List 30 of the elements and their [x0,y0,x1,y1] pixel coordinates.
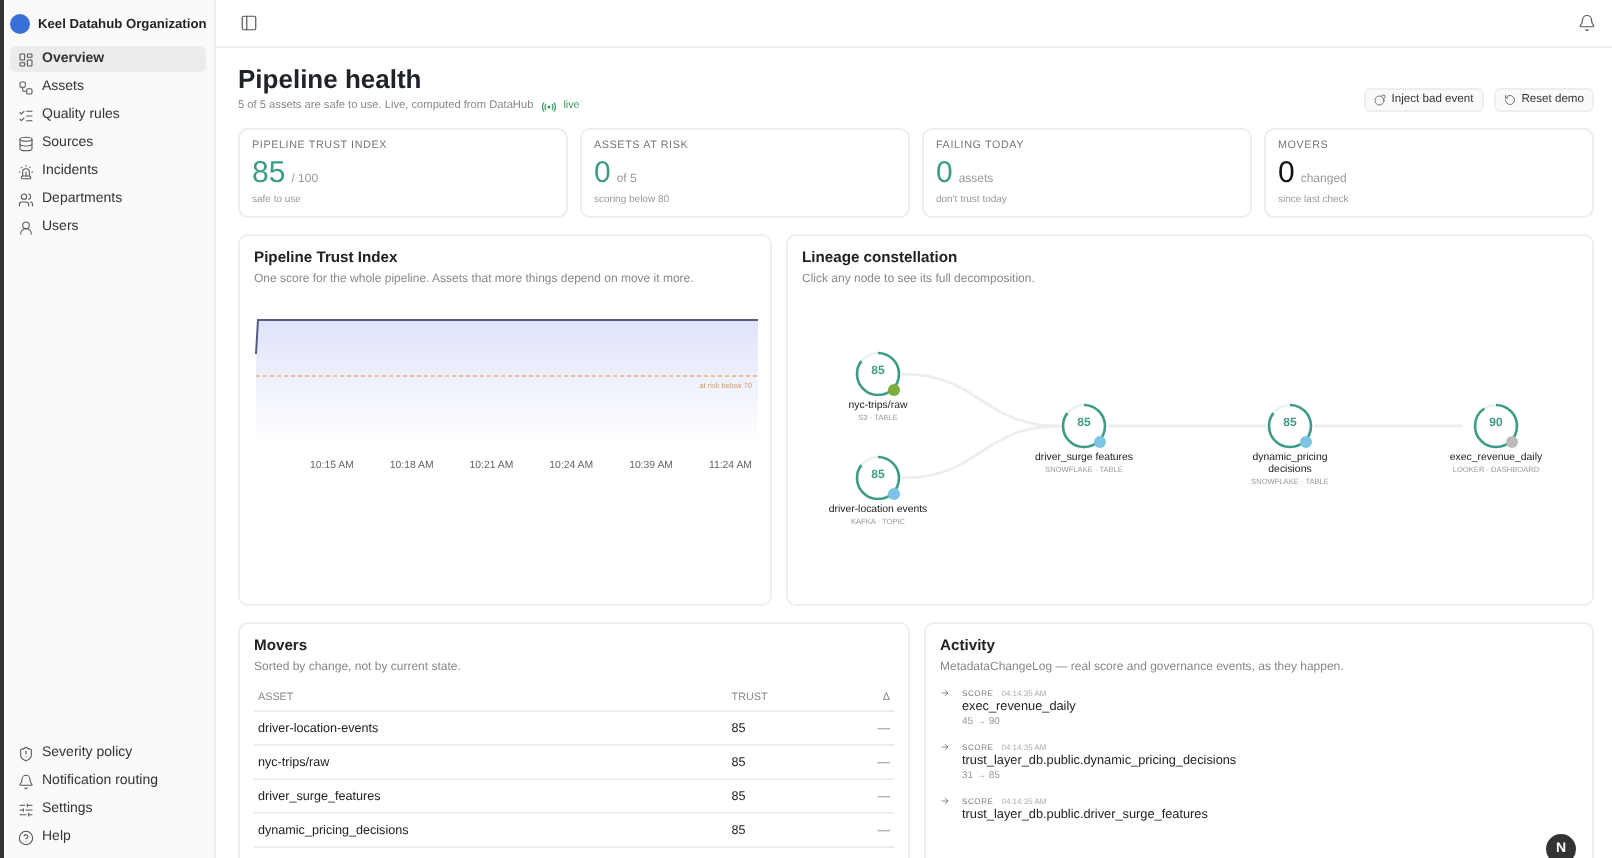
arrow-right-icon [940,796,950,806]
arrow-right-icon [940,688,950,698]
score-ring-icon[interactable] [854,350,902,398]
org-avatar-icon [10,14,30,34]
notification-bell-icon [1578,14,1596,32]
score-ring-icon[interactable] [854,454,902,502]
nav-icon [18,219,34,235]
nav-icon [18,191,34,207]
kpi-value: 0 [936,156,953,190]
nav-icon [18,135,34,151]
reset-icon [1503,94,1516,106]
arrow-right-icon [940,742,950,752]
score-ring-icon[interactable] [1472,402,1520,450]
nav-icon [18,773,34,789]
nav-icon [18,801,34,817]
nav-icon [18,51,34,67]
kpi-value: 0 [594,156,611,190]
page-title: Pipeline health [238,64,424,94]
nav-icon [18,163,34,179]
nav-icon [18,79,34,95]
nav-icon [18,745,34,761]
nav-icon [18,829,34,845]
sidebar-toggle-icon [240,14,258,32]
score-ring-icon[interactable] [1060,402,1108,450]
kpi-value: 85 [252,156,286,190]
score-ring-icon[interactable] [1266,402,1314,450]
kpi-value: 0 [1278,156,1295,190]
radio-waves-icon [541,101,556,111]
bomb-icon [1373,94,1386,106]
nav-icon [18,107,34,123]
